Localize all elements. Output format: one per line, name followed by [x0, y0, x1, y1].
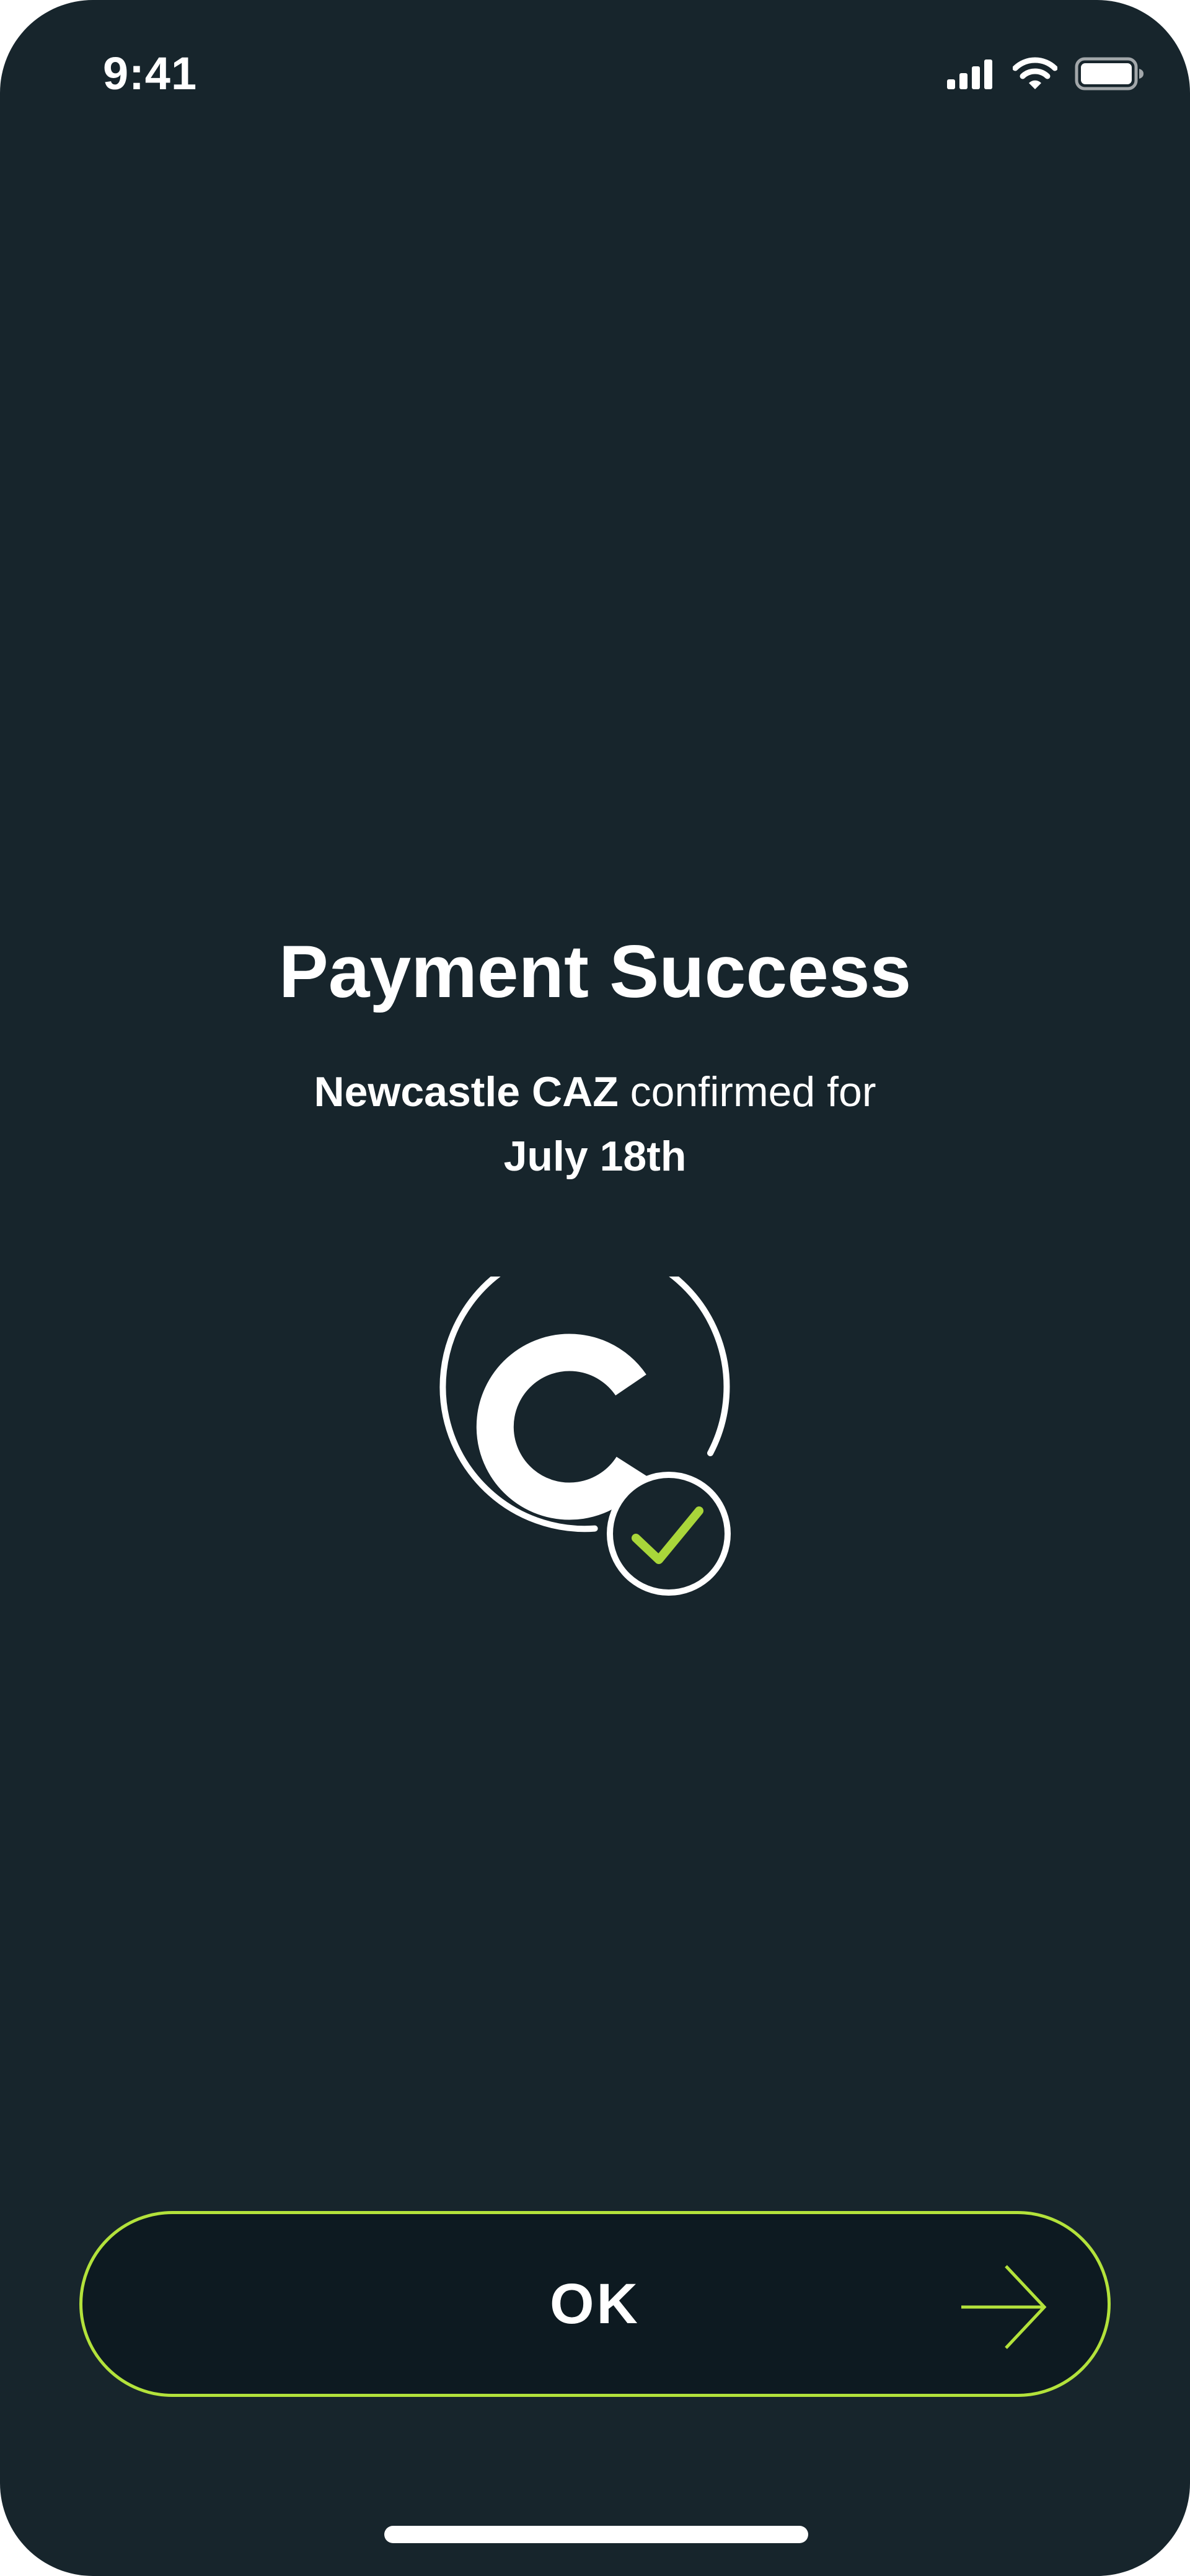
status-time: 9:41 — [103, 48, 198, 99]
phone-screen: 9:41 Payment Success Newcastle CAZ confi… — [0, 0, 1190, 2576]
confirmation-line-2: July 18th — [0, 1124, 1190, 1189]
battery-icon — [1075, 57, 1144, 90]
ok-button-label: OK — [550, 2272, 640, 2336]
confirmation-message: Newcastle CAZ confirmed for July 18th — [0, 1060, 1190, 1189]
confirmed-text: confirmed for — [618, 1068, 876, 1115]
confirmation-date: July 18th — [503, 1133, 687, 1180]
cellular-signal-icon — [946, 58, 995, 89]
wifi-icon — [1013, 57, 1057, 90]
zone-name: Newcastle CAZ — [314, 1068, 619, 1115]
confirmation-line-1: Newcastle CAZ confirmed for — [0, 1060, 1190, 1124]
status-icons — [946, 52, 1144, 95]
ok-button[interactable]: OK — [79, 2211, 1111, 2397]
home-indicator[interactable] — [384, 2526, 808, 2543]
page-title: Payment Success — [278, 930, 912, 1013]
arrow-right-icon — [961, 2265, 1048, 2349]
caz-logo-check-icon — [433, 1242, 736, 1605]
